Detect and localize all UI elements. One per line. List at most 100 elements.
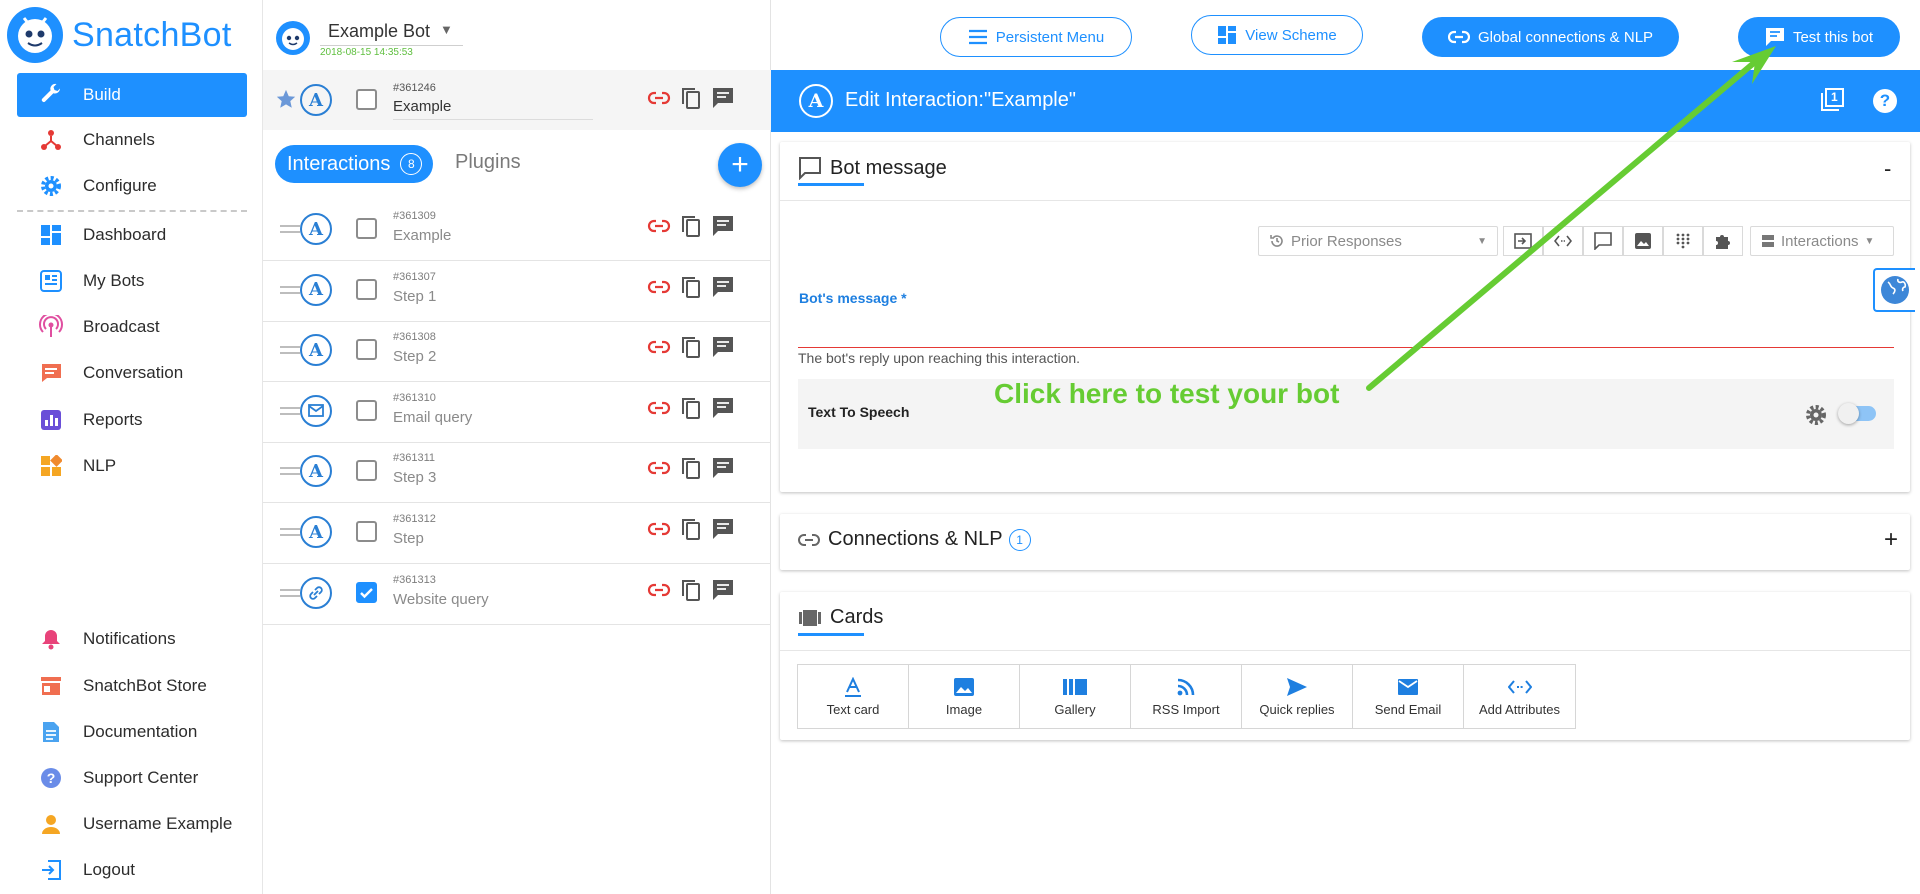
sidebar-item-build[interactable]: Build: [17, 73, 247, 117]
card-type-text-card[interactable]: Text card: [798, 665, 909, 728]
row-checkbox[interactable]: [356, 460, 377, 482]
text-type-icon: A: [300, 84, 332, 116]
sidebar-item-label: Reports: [83, 410, 143, 429]
tab-plugins[interactable]: Plugins: [455, 151, 521, 174]
sidebar-item-support-center[interactable]: ? Support Center: [17, 756, 247, 800]
row-checkbox[interactable]: [356, 278, 377, 300]
send-icon: [1286, 676, 1308, 698]
pinned-interaction[interactable]: A #361246 Example: [263, 70, 771, 130]
layers-icon[interactable]: 1: [1819, 87, 1845, 113]
expand-button[interactable]: +: [1884, 526, 1898, 554]
link-icon[interactable]: [647, 335, 671, 359]
drag-handle-icon[interactable]: [280, 467, 300, 476]
message-icon[interactable]: [711, 517, 735, 541]
tab-interactions[interactable]: Interactions 8: [275, 145, 433, 183]
interaction-row[interactable]: #361313 Website query: [263, 564, 771, 625]
interaction-id: #361311: [393, 452, 436, 465]
sidebar-item-label: Conversation: [83, 363, 184, 382]
message-icon[interactable]: [711, 396, 735, 420]
row-checkbox[interactable]: [356, 399, 377, 421]
sidebar-item-dashboard[interactable]: Dashboard: [17, 213, 247, 257]
message-icon[interactable]: [711, 214, 735, 238]
drag-handle-icon[interactable]: [280, 285, 300, 294]
link-icon[interactable]: [647, 396, 671, 420]
bot-message-header[interactable]: Bot message: [798, 156, 947, 180]
sidebar-item-my-bots[interactable]: My Bots: [17, 259, 247, 303]
row-checkbox[interactable]: [356, 89, 377, 110]
menu-icon: [968, 29, 987, 45]
interaction-row[interactable]: A #361308 Step 2: [263, 321, 771, 383]
link-icon[interactable]: [647, 578, 671, 602]
interaction-row[interactable]: A #361311 Step 3: [263, 442, 771, 504]
drag-handle-icon[interactable]: [280, 588, 300, 597]
copy-icon[interactable]: [679, 335, 703, 359]
gear-icon[interactable]: [1804, 403, 1828, 427]
sidebar-item-notifications[interactable]: Notifications: [17, 617, 247, 661]
interaction-row[interactable]: A #361307 Step 1: [263, 261, 771, 322]
interaction-row[interactable]: #361310 Email query: [263, 382, 771, 443]
copy-icon[interactable]: [679, 517, 703, 541]
interaction-row[interactable]: A #361309 Example: [263, 200, 771, 261]
star-icon[interactable]: [275, 88, 297, 110]
row-checkbox[interactable]: [356, 581, 377, 603]
persistent-menu-button[interactable]: Persistent Menu: [940, 17, 1132, 57]
drag-handle-icon[interactable]: [280, 528, 300, 536]
card-type-rss-import[interactable]: RSS Import: [1131, 665, 1242, 728]
interaction-row[interactable]: A #361312 Step: [263, 503, 771, 564]
view-scheme-button[interactable]: View Scheme: [1191, 15, 1363, 55]
drag-handle-icon[interactable]: [280, 406, 300, 415]
card-type-gallery[interactable]: Gallery: [1020, 665, 1131, 728]
link-icon[interactable]: [647, 275, 671, 299]
copy-icon[interactable]: [679, 214, 703, 238]
row-checkbox[interactable]: [356, 218, 377, 239]
row-checkbox[interactable]: [356, 339, 377, 361]
card-type-send-email[interactable]: Send Email: [1353, 665, 1464, 728]
card-type-image[interactable]: Image: [909, 665, 1020, 728]
row-checkbox[interactable]: [356, 521, 377, 542]
text-type-icon: A: [300, 213, 332, 245]
link-icon[interactable]: [647, 456, 671, 480]
card-type-quick-replies[interactable]: Quick replies: [1242, 665, 1353, 728]
help-icon[interactable]: ?: [1873, 89, 1897, 113]
bot-selector[interactable]: Example Bot ▼ 2018-08-15 14:35:53: [263, 0, 771, 66]
message-icon[interactable]: [711, 456, 735, 480]
copy-icon[interactable]: [679, 578, 703, 602]
link-icon[interactable]: [647, 517, 671, 541]
collapse-button[interactable]: -: [1884, 156, 1891, 182]
image-icon: [953, 676, 975, 698]
sidebar-item-user[interactable]: Username Example: [17, 802, 247, 846]
add-interaction-button[interactable]: +: [718, 143, 762, 187]
copy-icon[interactable]: [679, 275, 703, 299]
sidebar-item-nlp[interactable]: NLP: [17, 444, 247, 488]
sidebar-item-reports[interactable]: Reports: [17, 398, 247, 442]
message-icon[interactable]: [711, 86, 735, 110]
sidebar-item-label: SnatchBot Store: [83, 676, 207, 695]
message-icon[interactable]: [711, 275, 735, 299]
card-type-add-attributes[interactable]: Add Attributes: [1464, 665, 1575, 728]
message-icon[interactable]: [711, 578, 735, 602]
cards-card: Cards Text card Image Gallery RSS Import Qui…: [780, 592, 1910, 740]
sidebar-item-logout[interactable]: Logout: [17, 848, 247, 892]
copy-icon[interactable]: [679, 456, 703, 480]
connections-card[interactable]: Connections & NLP 1 +: [780, 514, 1910, 570]
sidebar-item-documentation[interactable]: Documentation: [17, 710, 247, 754]
connections-header[interactable]: Connections & NLP 1: [798, 528, 1031, 551]
brand-logo[interactable]: SnatchBot: [6, 6, 232, 64]
language-button[interactable]: [1873, 268, 1915, 312]
link-icon[interactable]: [647, 86, 671, 110]
card-type-label: Quick replies: [1259, 702, 1335, 717]
link-icon[interactable]: [647, 214, 671, 238]
copy-icon[interactable]: [679, 86, 703, 110]
copy-icon[interactable]: [679, 396, 703, 420]
drag-handle-icon[interactable]: [280, 225, 300, 233]
sidebar-item-configure[interactable]: Configure: [17, 164, 247, 208]
message-icon[interactable]: [711, 335, 735, 359]
sidebar-item-label: Channels: [83, 130, 155, 149]
link-icon: [798, 533, 820, 546]
tts-toggle[interactable]: [1838, 403, 1876, 424]
sidebar-item-conversation[interactable]: Conversation: [17, 351, 247, 395]
drag-handle-icon[interactable]: [280, 346, 300, 355]
sidebar-item-channels[interactable]: Channels: [17, 118, 247, 162]
sidebar-item-broadcast[interactable]: Broadcast: [17, 305, 247, 349]
sidebar-item-store[interactable]: SnatchBot Store: [17, 664, 247, 708]
